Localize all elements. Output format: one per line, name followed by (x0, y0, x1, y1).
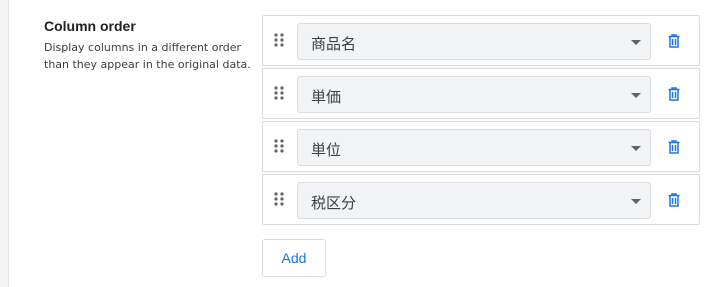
caret-down-icon (631, 146, 641, 151)
trash-icon (668, 34, 680, 48)
add-column-button[interactable]: Add (262, 239, 326, 277)
column-select[interactable]: 税区分 (297, 182, 651, 219)
delete-column-button[interactable] (663, 82, 685, 106)
column-select-value: 商品名 (311, 35, 357, 53)
caret-down-icon (631, 40, 641, 45)
delete-column-button[interactable] (663, 188, 685, 212)
caret-down-icon (631, 199, 641, 204)
section-title: Column order (44, 18, 136, 34)
column-select-value: 単価 (311, 88, 342, 106)
trash-icon (668, 140, 680, 154)
drag-handle-icon[interactable] (274, 139, 284, 153)
trash-icon (668, 87, 680, 101)
column-select[interactable]: 商品名 (297, 23, 651, 60)
drag-handle-icon[interactable] (274, 33, 284, 47)
caret-down-icon (631, 93, 641, 98)
column-row: 税区分 (262, 174, 700, 225)
column-select-value: 税区分 (311, 194, 357, 212)
drag-handle-icon[interactable] (274, 192, 284, 206)
column-row: 商品名 (262, 15, 700, 66)
column-row: 単価 (262, 68, 700, 119)
column-list: 商品名 単価 単位 税区分 (262, 15, 700, 227)
drag-handle-icon[interactable] (274, 86, 284, 100)
trash-icon (668, 193, 680, 207)
column-select[interactable]: 単位 (297, 129, 651, 166)
column-select-value: 単位 (311, 141, 342, 159)
column-select[interactable]: 単価 (297, 76, 651, 113)
section-description: Display columns in a different order tha… (44, 41, 251, 71)
column-order-panel: Column order Display columns in a differ… (8, 0, 726, 287)
column-row: 単位 (262, 121, 700, 172)
delete-column-button[interactable] (663, 29, 685, 53)
delete-column-button[interactable] (663, 135, 685, 159)
